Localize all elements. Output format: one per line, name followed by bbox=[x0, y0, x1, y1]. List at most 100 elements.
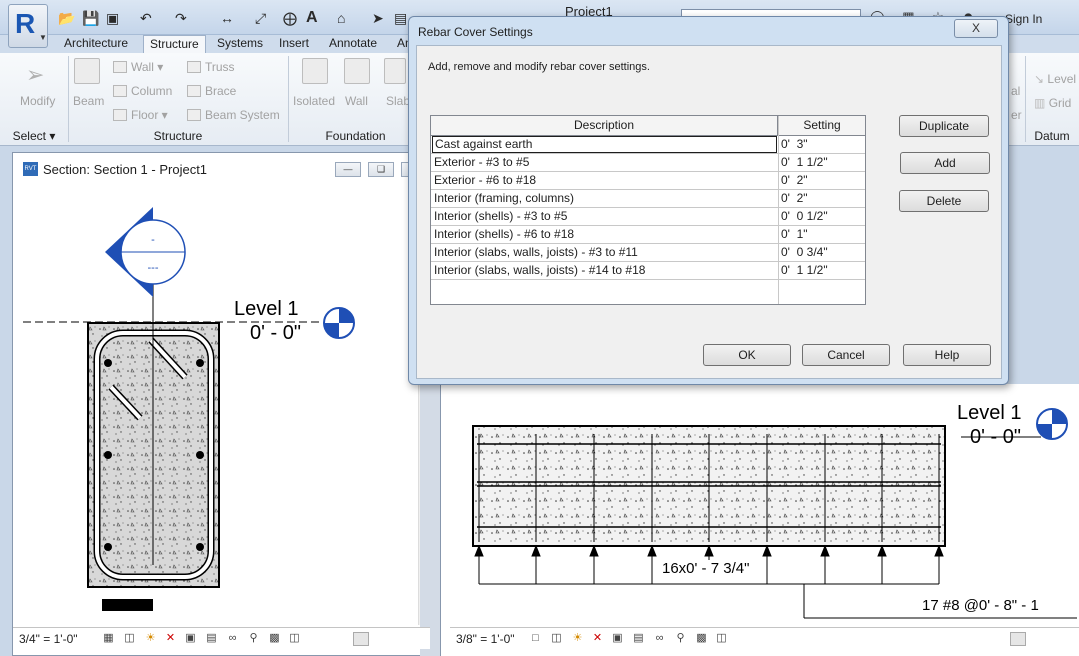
save-icon[interactable]: 💾 bbox=[82, 9, 99, 27]
slab-button[interactable]: Slab bbox=[386, 94, 410, 108]
sign-in-link[interactable]: Sign In bbox=[1005, 12, 1042, 26]
table-row[interactable]: Interior (shells) - #6 to #18 0' 1" bbox=[431, 226, 865, 244]
visual-style-icon[interactable]: ◫ bbox=[123, 632, 136, 645]
restore-button[interactable]: ❑ bbox=[368, 162, 394, 177]
select-arrow-icon[interactable]: ➢ bbox=[26, 62, 44, 88]
table-row[interactable]: Interior (framing, columns) 0' 2" bbox=[431, 190, 865, 208]
column-button[interactable]: Column bbox=[113, 84, 172, 98]
floor-button[interactable]: Floor ▾ bbox=[113, 108, 168, 122]
isolated-button[interactable]: Isolated bbox=[293, 94, 335, 108]
visual-style-icon[interactable]: ◫ bbox=[550, 632, 563, 645]
setting-cell[interactable]: 0' 1 1/2" bbox=[779, 262, 865, 279]
detail-level-icon[interactable]: ▦ bbox=[102, 632, 115, 645]
description-cell[interactable]: Interior (shells) - #6 to #18 bbox=[432, 226, 777, 243]
setting-cell[interactable]: 0' 2" bbox=[779, 190, 865, 207]
application-menu-button[interactable]: R ▼ bbox=[8, 4, 48, 48]
setting-cell[interactable]: 0' 2" bbox=[779, 172, 865, 189]
reveal-hidden-icon[interactable]: ⚲ bbox=[247, 632, 260, 645]
table-row[interactable]: Interior (slabs, walls, joists) - #14 to… bbox=[431, 262, 865, 280]
description-cell[interactable]: Interior (shells) - #3 to #5 bbox=[432, 208, 777, 225]
temporary-hide-icon[interactable]: ∞ bbox=[653, 632, 666, 645]
setting-cell[interactable]: 0' 0 3/4" bbox=[779, 244, 865, 261]
tab-insert[interactable]: Insert bbox=[273, 35, 315, 53]
table-row[interactable]: Exterior - #6 to #18 0' 2" bbox=[431, 172, 865, 190]
column-section-drawing[interactable]: - --- bbox=[13, 185, 373, 617]
beam-system-button[interactable]: Beam System bbox=[187, 108, 280, 122]
redo-icon[interactable]: ↷ bbox=[175, 9, 187, 27]
setting-cell[interactable]: 0' 1" bbox=[779, 226, 865, 243]
minimize-button[interactable]: — bbox=[335, 162, 361, 177]
tab-architecture[interactable]: Architecture bbox=[58, 35, 134, 53]
cancel-button[interactable]: Cancel bbox=[802, 344, 890, 366]
ok-button[interactable]: OK bbox=[703, 344, 791, 366]
table-row[interactable]: Cast against earth 0' 3" bbox=[431, 136, 865, 154]
beam-button[interactable]: Beam bbox=[73, 94, 104, 108]
shadows-icon[interactable]: ✕ bbox=[164, 632, 177, 645]
setting-cell[interactable]: 0' 0 1/2" bbox=[779, 208, 865, 225]
description-cell[interactable]: Interior (slabs, walls, joists) - #3 to … bbox=[432, 244, 777, 261]
temporary-hide-icon[interactable]: ∞ bbox=[226, 632, 239, 645]
aligned-dimension-icon[interactable]: ⤢ bbox=[255, 9, 266, 27]
description-cell[interactable]: Exterior - #6 to #18 bbox=[432, 172, 777, 189]
level-button[interactable]: ↘ Level bbox=[1034, 72, 1076, 86]
sun-path-icon[interactable]: ☀ bbox=[571, 632, 584, 645]
column-header-setting[interactable]: Setting bbox=[779, 116, 865, 135]
tab-systems[interactable]: Systems bbox=[211, 35, 269, 53]
undo-icon[interactable]: ↶ bbox=[140, 9, 152, 27]
worksharing-icon[interactable]: ▩ bbox=[695, 632, 708, 645]
truss-button[interactable]: Truss bbox=[187, 60, 235, 74]
3d-view-icon[interactable]: ⌂ bbox=[337, 9, 345, 27]
description-cell[interactable]: Cast against earth bbox=[432, 136, 777, 153]
text-icon[interactable]: A bbox=[306, 9, 318, 27]
analytical-model-icon[interactable]: ◫ bbox=[288, 632, 301, 645]
detail-level-icon[interactable]: □ bbox=[529, 632, 542, 645]
open-icon[interactable]: 📂 bbox=[58, 9, 75, 27]
level-elevation[interactable]: 0' - 0" bbox=[970, 426, 1021, 449]
modify-button[interactable]: Modify bbox=[20, 94, 55, 108]
analytical-model-icon[interactable]: ◫ bbox=[715, 632, 728, 645]
dialog-close-button[interactable]: X bbox=[954, 19, 998, 38]
table-row[interactable]: Interior (shells) - #3 to #5 0' 0 1/2" bbox=[431, 208, 865, 226]
shadows-icon[interactable]: ✕ bbox=[591, 632, 604, 645]
tag-icon[interactable]: ⨁ bbox=[283, 9, 297, 27]
measure-icon[interactable]: ↔ bbox=[220, 9, 234, 27]
setting-cell[interactable]: 0' 3" bbox=[779, 136, 865, 153]
panel-select[interactable]: Select ▾ bbox=[0, 128, 68, 145]
view-scale[interactable]: 3/8" = 1'-0" bbox=[456, 632, 515, 646]
description-cell[interactable]: Interior (framing, columns) bbox=[432, 190, 777, 207]
horizontal-scroll-thumb[interactable] bbox=[353, 632, 369, 646]
show-crop-icon[interactable]: ▤ bbox=[632, 632, 645, 645]
stirrup-spacing-dimension[interactable]: 16x0' - 7 3/4" bbox=[660, 560, 751, 577]
reveal-hidden-icon[interactable]: ⚲ bbox=[674, 632, 687, 645]
table-row[interactable]: Exterior - #3 to #5 0' 1 1/2" bbox=[431, 154, 865, 172]
tab-annotate[interactable]: Annotate bbox=[323, 35, 383, 53]
level-elevation[interactable]: 0' - 0" bbox=[250, 322, 301, 345]
add-button[interactable]: Add bbox=[900, 152, 990, 174]
view-scale[interactable]: 3/4" = 1'-0" bbox=[19, 632, 78, 646]
worksharing-icon[interactable]: ▩ bbox=[268, 632, 281, 645]
thin-lines-icon[interactable]: ▤ bbox=[394, 9, 407, 27]
grid-button[interactable]: ▥ Grid bbox=[1034, 96, 1071, 110]
tab-structure[interactable]: Structure bbox=[143, 35, 206, 54]
crop-view-icon[interactable]: ▣ bbox=[611, 632, 624, 645]
section-icon[interactable]: ➤ bbox=[372, 9, 384, 27]
setting-cell[interactable]: 0' 1 1/2" bbox=[779, 154, 865, 171]
crop-view-icon[interactable]: ▣ bbox=[184, 632, 197, 645]
brace-button[interactable]: Brace bbox=[187, 84, 236, 98]
column-header-description[interactable]: Description bbox=[431, 116, 778, 135]
table-row[interactable]: Interior (slabs, walls, joists) - #3 to … bbox=[431, 244, 865, 262]
duplicate-button[interactable]: Duplicate bbox=[899, 115, 989, 137]
wall-button[interactable]: Wall ▾ bbox=[113, 60, 163, 74]
table-row-empty[interactable] bbox=[431, 280, 865, 298]
sync-icon[interactable]: ▣ bbox=[106, 9, 119, 27]
help-button[interactable]: Help bbox=[903, 344, 991, 366]
delete-button[interactable]: Delete bbox=[899, 190, 989, 212]
description-cell[interactable]: Interior (slabs, walls, joists) - #14 to… bbox=[432, 262, 777, 279]
description-cell[interactable]: Exterior - #3 to #5 bbox=[432, 154, 777, 171]
show-crop-icon[interactable]: ▤ bbox=[205, 632, 218, 645]
wall-foundation-button[interactable]: Wall bbox=[345, 94, 368, 108]
level-name[interactable]: Level 1 bbox=[234, 298, 299, 321]
level-name[interactable]: Level 1 bbox=[957, 402, 1022, 425]
horizontal-scroll-thumb[interactable] bbox=[1010, 632, 1026, 646]
rebar-tag[interactable]: 17 #8 @0' - 8" - 1 bbox=[922, 597, 1039, 614]
